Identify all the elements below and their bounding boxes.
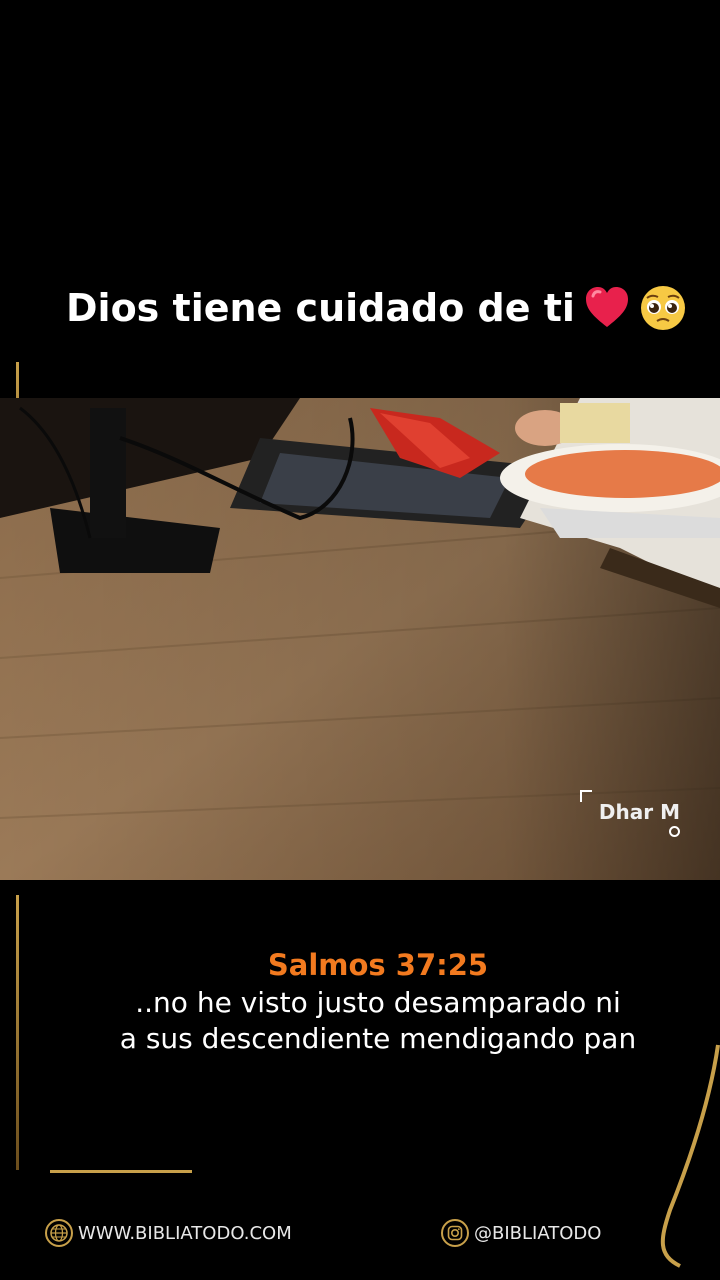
gold-accent-line-bottom bbox=[16, 895, 19, 1170]
verse-line: ..no he visto justo desamparado ni bbox=[135, 986, 621, 1019]
gold-accent-underline bbox=[50, 1170, 192, 1173]
pleading-face-emoji-icon bbox=[640, 286, 685, 330]
instagram-icon bbox=[441, 1219, 469, 1247]
verse-text: ..no he visto justo desamparado ni a sus… bbox=[60, 985, 696, 1057]
verse-line: a sus descendiente mendigando pan bbox=[119, 1022, 637, 1055]
header-title: Dios tiene cuidado de ti bbox=[66, 286, 575, 330]
gold-accent-curve bbox=[660, 1044, 720, 1268]
watermark-dot-icon bbox=[669, 826, 680, 837]
globe-icon bbox=[45, 1219, 73, 1247]
video-watermark: Dhar M bbox=[598, 800, 680, 824]
watermark-bracket-icon bbox=[580, 790, 592, 802]
reel-frame: Dios tiene cuidado de ti Dhar M Salmos 3… bbox=[0, 0, 720, 1280]
footer-website[interactable]: WWW.BIBLIATODO.COM bbox=[44, 1218, 292, 1248]
instagram-handle[interactable]: @BIBLIATODO bbox=[474, 1223, 601, 1244]
verse-reference: Salmos 37:25 bbox=[267, 948, 489, 982]
heart-emoji-icon bbox=[585, 287, 628, 327]
header-title-row: Dios tiene cuidado de ti bbox=[66, 278, 706, 338]
website-link[interactable]: WWW.BIBLIATODO.COM bbox=[78, 1223, 292, 1244]
footer-instagram[interactable]: @BIBLIATODO bbox=[440, 1218, 601, 1248]
